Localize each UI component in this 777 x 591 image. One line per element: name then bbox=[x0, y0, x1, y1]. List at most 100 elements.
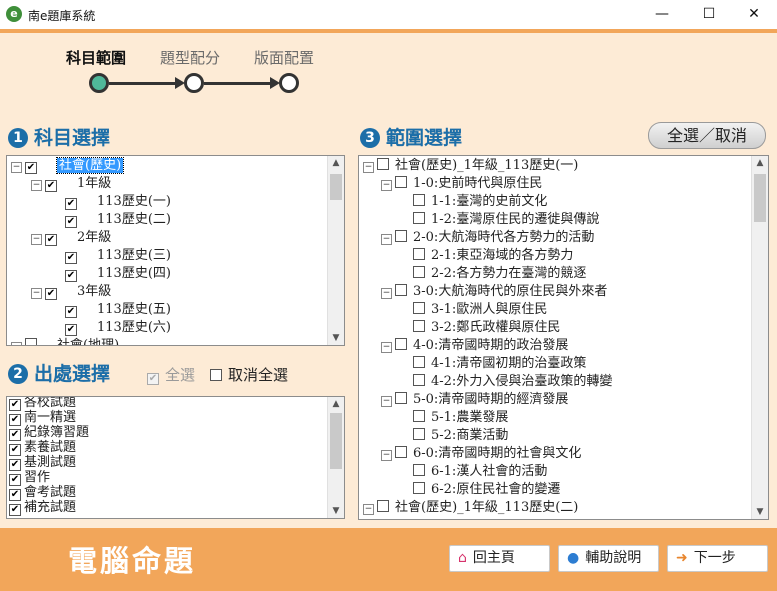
range-tree-item[interactable]: − 5-0:清帝國時期的經濟發展 bbox=[381, 391, 568, 409]
checkbox-empty-icon[interactable] bbox=[413, 320, 425, 332]
checkbox-empty-icon[interactable] bbox=[395, 392, 407, 404]
subject-tree-item[interactable]: − ✔ 社會(歷史) bbox=[11, 157, 125, 175]
checkbox-empty-icon[interactable] bbox=[395, 230, 407, 242]
checkbox-empty-icon[interactable] bbox=[395, 284, 407, 296]
range-tree-item[interactable]: 6-1:漢人社會的活動 bbox=[399, 463, 547, 481]
checkbox-empty-icon[interactable] bbox=[413, 302, 425, 314]
checkbox-empty-icon[interactable] bbox=[25, 338, 37, 345]
checkbox-checked-icon[interactable]: ✔ bbox=[45, 180, 57, 192]
range-tree-item[interactable]: 3-2:鄭氏政權與原住民 bbox=[399, 319, 560, 337]
collapse-toggle-icon[interactable]: − bbox=[381, 450, 392, 461]
checkbox-empty-icon[interactable] bbox=[377, 500, 389, 512]
collapse-toggle-icon[interactable]: − bbox=[381, 234, 392, 245]
minimize-button[interactable]: — bbox=[639, 0, 685, 29]
checkbox-checked-icon[interactable]: ✔ bbox=[9, 504, 21, 516]
source-list[interactable]: ✔ 各校試題 ✔ 南一精選 ✔ 紀錄簿習題 ✔ 素養試題 ✔ 基測試題 ✔ 習作 ✔ 會考試題 ✔ 補充試題 … bbox=[6, 396, 345, 519]
checkbox-empty-icon[interactable] bbox=[413, 356, 425, 368]
scroll-up-icon[interactable]: ▲ bbox=[328, 156, 344, 170]
source-list-item[interactable]: ✔ 會考試題 bbox=[9, 485, 76, 501]
subject-tree-item[interactable]: ✔ 113歷史(一) bbox=[51, 193, 171, 211]
collapse-toggle-icon[interactable]: − bbox=[381, 180, 392, 191]
range-tree-item[interactable]: − 3-0:大航海時代的原住民與外來者 bbox=[381, 283, 607, 301]
collapse-toggle-icon[interactable]: − bbox=[381, 342, 392, 353]
collapse-toggle-icon[interactable]: − bbox=[31, 288, 42, 299]
range-tree-item[interactable]: 1-2:臺灣原住民的遷徙與傳說 bbox=[399, 211, 599, 229]
source-list-item[interactable]: ✔ 補充試題 bbox=[9, 500, 76, 516]
subject-tree-item[interactable]: ✔ 113歷史(二) bbox=[51, 211, 171, 229]
checkbox-empty-icon[interactable] bbox=[413, 482, 425, 494]
checkbox-empty-icon[interactable] bbox=[413, 266, 425, 278]
collapse-toggle-icon[interactable]: − bbox=[11, 342, 22, 345]
checkbox-empty-icon[interactable] bbox=[413, 428, 425, 440]
subject-tree-item[interactable]: − ✔ 2年級 bbox=[31, 229, 111, 247]
range-tree[interactable]: − 社會(歷史)_1年級_113歷史(一) −1-0:史前時代與原住民 1-1:臺灣的… bbox=[358, 155, 769, 520]
select-all-toggle-button[interactable]: 全選／取消 bbox=[648, 122, 766, 149]
subject-tree-item[interactable]: ✔ 113歷史(五) bbox=[51, 301, 171, 319]
range-tree-item[interactable]: − 1-0:史前時代與原住民 bbox=[381, 175, 542, 193]
collapse-toggle-icon[interactable]: − bbox=[381, 396, 392, 407]
checkbox-empty-icon[interactable] bbox=[413, 410, 425, 422]
source-list-item[interactable]: ✔ 紀錄簿習題 bbox=[9, 425, 89, 441]
source-list-item[interactable]: ✔ 素養試題 bbox=[9, 440, 76, 456]
checkbox-empty-icon[interactable] bbox=[413, 248, 425, 260]
subject-tree-item[interactable]: − ✔ 3年級 bbox=[31, 283, 111, 301]
range-tree-item[interactable]: − 社會(歷史)_1年級_113歷史(一) bbox=[363, 157, 578, 175]
checkbox-checked-icon[interactable]: ✔ bbox=[45, 288, 57, 300]
range-tree-item[interactable]: 2-2:各方勢力在臺灣的競逐 bbox=[399, 265, 586, 283]
checkbox-empty-icon[interactable] bbox=[395, 176, 407, 188]
range-tree-item[interactable]: 2-1:東亞海域的各方勢力 bbox=[399, 247, 573, 265]
source-list-item[interactable]: ✔ 南一精選 bbox=[9, 410, 76, 426]
checkbox-checked-icon[interactable]: ✔ bbox=[65, 216, 77, 228]
scroll-up-icon[interactable]: ▲ bbox=[752, 156, 768, 170]
checkbox-checked-icon[interactable]: ✔ bbox=[45, 234, 57, 246]
subject-scrollbar[interactable]: ▲ ▼ bbox=[327, 156, 344, 345]
range-tree-item[interactable]: 4-2:外力入侵與治臺政策的轉變 bbox=[399, 373, 612, 391]
range-tree-item[interactable]: 5-1:農業發展 bbox=[399, 409, 508, 427]
source-list-item[interactable]: ✔ 習作 bbox=[9, 470, 50, 486]
checkbox-empty-icon[interactable] bbox=[395, 338, 407, 350]
checkbox-checked-icon[interactable]: ✔ bbox=[65, 306, 77, 318]
scroll-down-icon[interactable]: ▼ bbox=[328, 331, 344, 345]
scroll-thumb[interactable] bbox=[330, 413, 342, 469]
source-list-item[interactable]: ✔ 各校試題 bbox=[9, 397, 76, 411]
collapse-toggle-icon[interactable]: − bbox=[31, 180, 42, 191]
range-tree-item[interactable]: 1-1:臺灣的史前文化 bbox=[399, 193, 547, 211]
subject-tree-item[interactable]: − 社會(地理) bbox=[11, 337, 119, 345]
checkbox-empty-icon[interactable] bbox=[413, 194, 425, 206]
checkbox-empty-icon[interactable] bbox=[377, 158, 389, 170]
home-button[interactable]: ⌂ 回主頁 bbox=[449, 545, 550, 572]
scroll-thumb[interactable] bbox=[330, 174, 342, 200]
subject-tree-item[interactable]: ✔ 113歷史(四) bbox=[51, 265, 171, 283]
range-scrollbar[interactable]: ▲ ▼ bbox=[751, 156, 768, 519]
scroll-thumb[interactable] bbox=[754, 174, 766, 222]
scroll-up-icon[interactable]: ▲ bbox=[328, 397, 344, 411]
subject-tree-item[interactable]: − ✔ 1年級 bbox=[31, 175, 111, 193]
source-deselect-all[interactable]: 取消全選 bbox=[210, 364, 288, 385]
range-tree-item[interactable]: − 6-0:清帝國時期的社會與文化 bbox=[381, 445, 581, 463]
collapse-toggle-icon[interactable]: − bbox=[11, 162, 22, 173]
collapse-toggle-icon[interactable]: − bbox=[363, 504, 374, 515]
checkbox-checked-icon[interactable]: ✔ bbox=[25, 162, 37, 174]
range-tree-item[interactable]: 5-2:商業活動 bbox=[399, 427, 508, 445]
range-tree-item[interactable]: 3-1:歐洲人與原住民 bbox=[399, 301, 547, 319]
next-step-button[interactable]: ➜ 下一步 bbox=[667, 545, 768, 572]
collapse-toggle-icon[interactable]: − bbox=[381, 288, 392, 299]
checkbox-empty-icon[interactable] bbox=[413, 464, 425, 476]
checkbox-checked-icon[interactable]: ✔ bbox=[65, 198, 77, 210]
scroll-down-icon[interactable]: ▼ bbox=[328, 504, 344, 518]
source-scrollbar[interactable]: ▲ ▼ bbox=[327, 397, 344, 518]
collapse-toggle-icon[interactable]: − bbox=[363, 162, 374, 173]
range-tree-item[interactable]: 6-2:原住民社會的變遷 bbox=[399, 481, 560, 499]
subject-tree-item[interactable]: ✔ 113歷史(三) bbox=[51, 247, 171, 265]
close-button[interactable]: ✕ bbox=[731, 0, 777, 29]
help-button[interactable]: ● 輔助說明 bbox=[558, 545, 659, 572]
checkbox-empty-icon[interactable] bbox=[413, 212, 425, 224]
checkbox-checked-icon[interactable]: ✔ bbox=[65, 252, 77, 264]
checkbox-checked-icon[interactable]: ✔ bbox=[65, 270, 77, 282]
checkbox-empty-icon[interactable] bbox=[395, 446, 407, 458]
range-tree-item[interactable]: − 4-0:清帝國時期的政治發展 bbox=[381, 337, 568, 355]
scroll-down-icon[interactable]: ▼ bbox=[752, 505, 768, 519]
range-tree-item[interactable]: − 2-0:大航海時代各方勢力的活動 bbox=[381, 229, 594, 247]
range-tree-item[interactable]: − 社會(歷史)_1年級_113歷史(二) bbox=[363, 499, 578, 517]
checkbox-empty-icon[interactable] bbox=[413, 374, 425, 386]
